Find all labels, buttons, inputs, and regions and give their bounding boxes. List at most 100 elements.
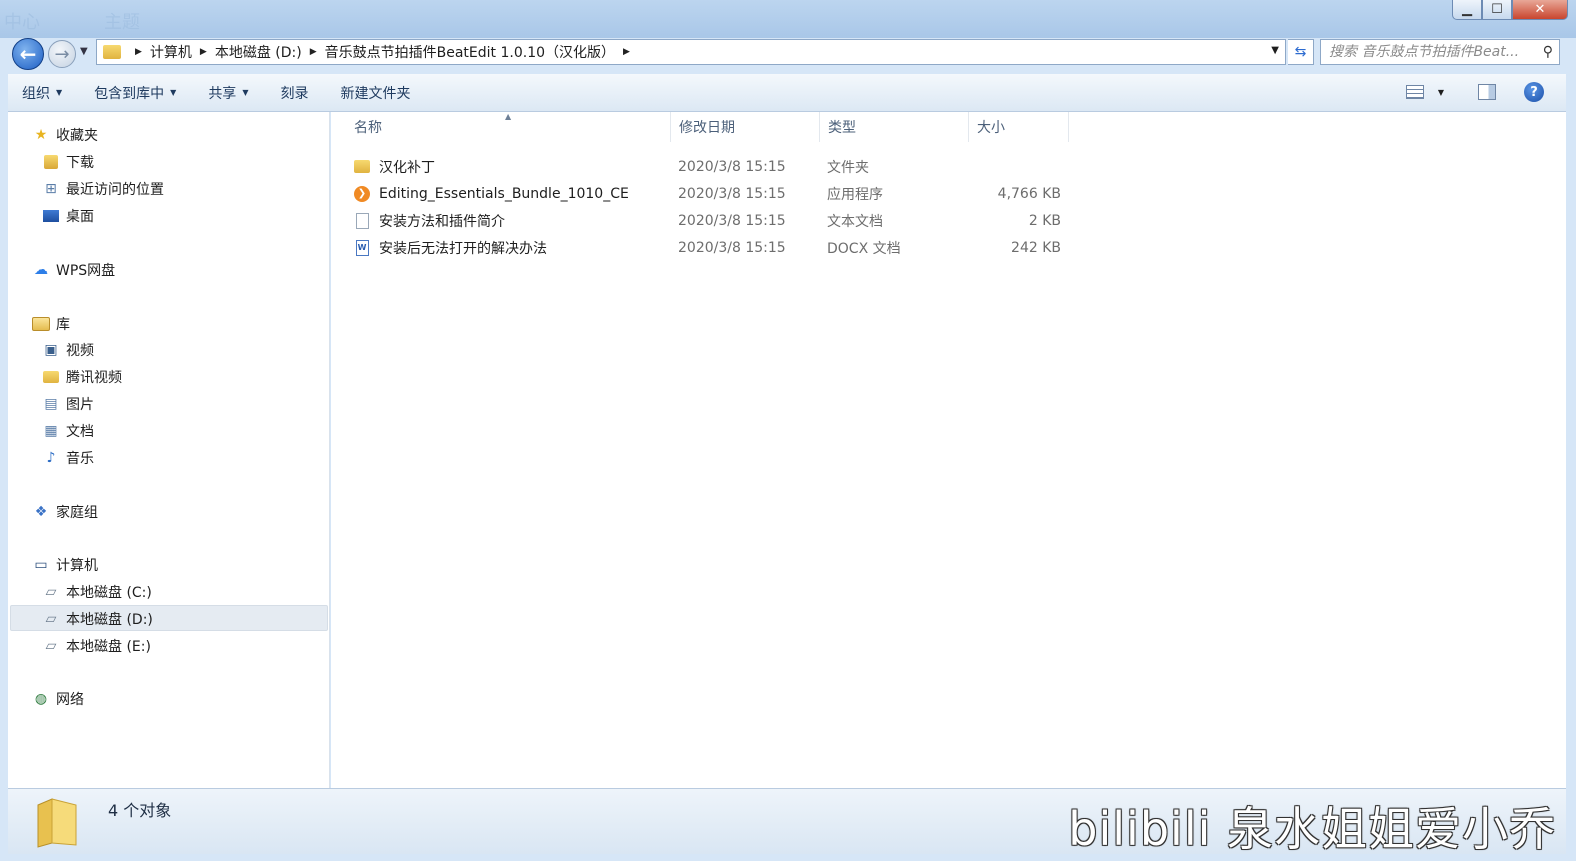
homegroup-icon: ❖ xyxy=(34,504,48,520)
nav-downloads[interactable]: 下载 xyxy=(42,152,94,172)
sort-ascending-icon: ▲ xyxy=(505,112,512,121)
window-controls: ▁ ☐ ✕ xyxy=(1452,0,1568,20)
installer-icon: ❯ xyxy=(353,185,371,203)
folder-icon xyxy=(353,158,371,176)
nav-label: 本地磁盘 (E:) xyxy=(66,639,151,655)
nav-label: 计算机 xyxy=(56,558,98,574)
search-icon[interactable]: ⚲ xyxy=(1543,44,1553,60)
column-label: 修改日期 xyxy=(679,120,735,136)
command-bar: 组织 ▼ 包含到库中 ▼ 共享 ▼ 刻录 新建文件夹 ▼ ? xyxy=(8,74,1566,112)
file-date: 2020/3/8 15:15 xyxy=(678,239,786,256)
nav-label: 音乐 xyxy=(66,451,94,467)
drive-icon: ▱ xyxy=(45,611,57,627)
back-arrow-icon: ← xyxy=(19,42,37,66)
minimize-button[interactable]: ▁ xyxy=(1452,0,1482,20)
share-button[interactable]: 共享 ▼ xyxy=(208,83,248,103)
nav-favorites[interactable]: ★ 收藏夹 xyxy=(32,125,98,145)
nav-music[interactable]: ♪ 音乐 xyxy=(42,448,94,468)
close-button[interactable]: ✕ xyxy=(1512,0,1568,20)
file-row[interactable]: ❯ Editing_Essentials_Bundle_1010_CE 2020/… xyxy=(331,180,1071,207)
burn-button[interactable]: 刻录 xyxy=(280,83,308,103)
address-dropdown-icon[interactable]: ▼ xyxy=(1271,45,1279,56)
preview-pane-icon[interactable] xyxy=(1478,84,1496,100)
nav-network[interactable]: ◍ 网络 xyxy=(32,689,84,709)
chevron-right-icon[interactable]: ▶ xyxy=(623,47,630,57)
maximize-button[interactable]: ☐ xyxy=(1482,0,1512,20)
nav-label: 最近访问的位置 xyxy=(66,182,164,198)
nav-label: 下载 xyxy=(66,155,94,171)
nav-drive-e[interactable]: ▱ 本地磁盘 (E:) xyxy=(42,636,151,656)
include-library-label: 包含到库中 xyxy=(94,85,165,102)
include-library-button[interactable]: 包含到库中 ▼ xyxy=(94,83,176,103)
forward-button[interactable]: → xyxy=(48,40,76,68)
chevron-right-icon[interactable]: ▶ xyxy=(200,47,207,57)
nav-label: 本地磁盘 (C:) xyxy=(66,585,152,601)
search-input[interactable] xyxy=(1329,44,1529,60)
downloads-folder-icon xyxy=(42,154,60,170)
file-date: 2020/3/8 15:15 xyxy=(678,185,786,202)
back-button[interactable]: ← xyxy=(12,38,44,70)
file-name: 安装后无法打开的解决办法 xyxy=(379,240,547,257)
view-options-icon[interactable] xyxy=(1405,85,1424,99)
nav-videos[interactable]: ▣ 视频 xyxy=(42,340,94,360)
nav-libraries[interactable]: 库 xyxy=(32,314,70,334)
library-icon xyxy=(32,316,50,332)
chevron-right-icon[interactable]: ▶ xyxy=(135,47,142,57)
address-bar[interactable]: ▶ 计算机 ▶ 本地磁盘 (D:) ▶ 音乐鼓点节拍插件BeatEdit 1.0… xyxy=(96,39,1286,65)
refresh-button[interactable]: ⇆ xyxy=(1288,39,1314,65)
caret-down-icon[interactable]: ▼ xyxy=(1438,88,1444,97)
network-icon: ◍ xyxy=(34,691,48,707)
file-date: 2020/3/8 15:15 xyxy=(678,212,786,229)
column-header-size[interactable]: 大小 xyxy=(969,112,1069,142)
nav-recent-places[interactable]: ⊞ 最近访问的位置 xyxy=(42,179,164,199)
background-text: 中心 xyxy=(4,12,40,33)
nav-drive-c[interactable]: ▱ 本地磁盘 (C:) xyxy=(42,582,152,602)
nav-desktop[interactable]: 桌面 xyxy=(42,206,94,226)
file-row[interactable]: W 安装后无法打开的解决办法 2020/3/8 15:15 DOCX 文档 242… xyxy=(331,234,1071,261)
share-label: 共享 xyxy=(208,85,237,102)
window-titlebar: 中心 主题 ▁ ☐ ✕ xyxy=(0,0,1576,38)
nav-label: 库 xyxy=(56,317,70,333)
file-type: 应用程序 xyxy=(827,186,883,203)
nav-drive-d[interactable]: ▱ 本地磁盘 (D:) xyxy=(42,609,153,629)
file-size: 4,766 KB xyxy=(997,185,1061,202)
file-type: DOCX 文档 xyxy=(827,240,901,257)
nav-label: 腾讯视频 xyxy=(66,370,122,386)
nav-tencent-video[interactable]: 腾讯视频 xyxy=(42,367,122,387)
column-header-type[interactable]: 类型 xyxy=(820,112,969,142)
file-date: 2020/3/8 15:15 xyxy=(678,158,786,175)
file-list: 名称 ▲ 修改日期 类型 大小 汉化补丁 2020/3/8 15:15 文件夹 … xyxy=(331,112,1566,788)
file-row[interactable]: 汉化补丁 2020/3/8 15:15 文件夹 xyxy=(331,153,1071,180)
organize-label: 组织 xyxy=(22,85,50,102)
nav-wps-cloud[interactable]: ☁ WPS网盘 xyxy=(32,260,115,280)
breadcrumb-drive-d[interactable]: 本地磁盘 (D:) xyxy=(215,42,302,62)
file-type: 文本文档 xyxy=(827,213,883,230)
search-box[interactable]: ⚲ xyxy=(1320,39,1560,65)
help-icon[interactable]: ? xyxy=(1524,82,1544,102)
file-type: 文件夹 xyxy=(827,159,869,176)
nav-pictures[interactable]: ▤ 图片 xyxy=(42,394,94,414)
nav-homegroup[interactable]: ❖ 家庭组 xyxy=(32,502,98,522)
chevron-right-icon[interactable]: ▶ xyxy=(310,47,317,57)
caret-down-icon: ▼ xyxy=(170,88,177,97)
column-label: 类型 xyxy=(828,120,856,136)
music-icon: ♪ xyxy=(46,450,56,466)
breadcrumb-current-folder[interactable]: 音乐鼓点节拍插件BeatEdit 1.0.10（汉化版） xyxy=(325,42,615,62)
nav-documents[interactable]: ▦ 文档 xyxy=(42,421,94,441)
folder-icon xyxy=(42,369,60,385)
organize-button[interactable]: 组织 ▼ xyxy=(22,83,62,103)
nav-label: 家庭组 xyxy=(56,505,98,521)
cloud-icon: ☁ xyxy=(34,262,48,278)
file-row[interactable]: 安装方法和插件简介 2020/3/8 15:15 文本文档 2 KB xyxy=(331,207,1071,234)
background-text: 主题 xyxy=(104,12,140,33)
nav-label: 本地磁盘 (D:) xyxy=(66,612,153,628)
nav-label: 文档 xyxy=(66,424,94,440)
breadcrumb-computer[interactable]: 计算机 xyxy=(150,42,192,62)
column-header-date[interactable]: 修改日期 xyxy=(671,112,820,142)
file-size: 2 KB xyxy=(1028,212,1061,229)
column-label: 名称 xyxy=(354,120,382,136)
recent-pages-dropdown[interactable]: ▼ xyxy=(80,46,88,57)
nav-computer[interactable]: ▭ 计算机 xyxy=(32,555,98,575)
file-name: Editing_Essentials_Bundle_1010_CE xyxy=(379,185,629,202)
new-folder-button[interactable]: 新建文件夹 xyxy=(340,83,410,103)
